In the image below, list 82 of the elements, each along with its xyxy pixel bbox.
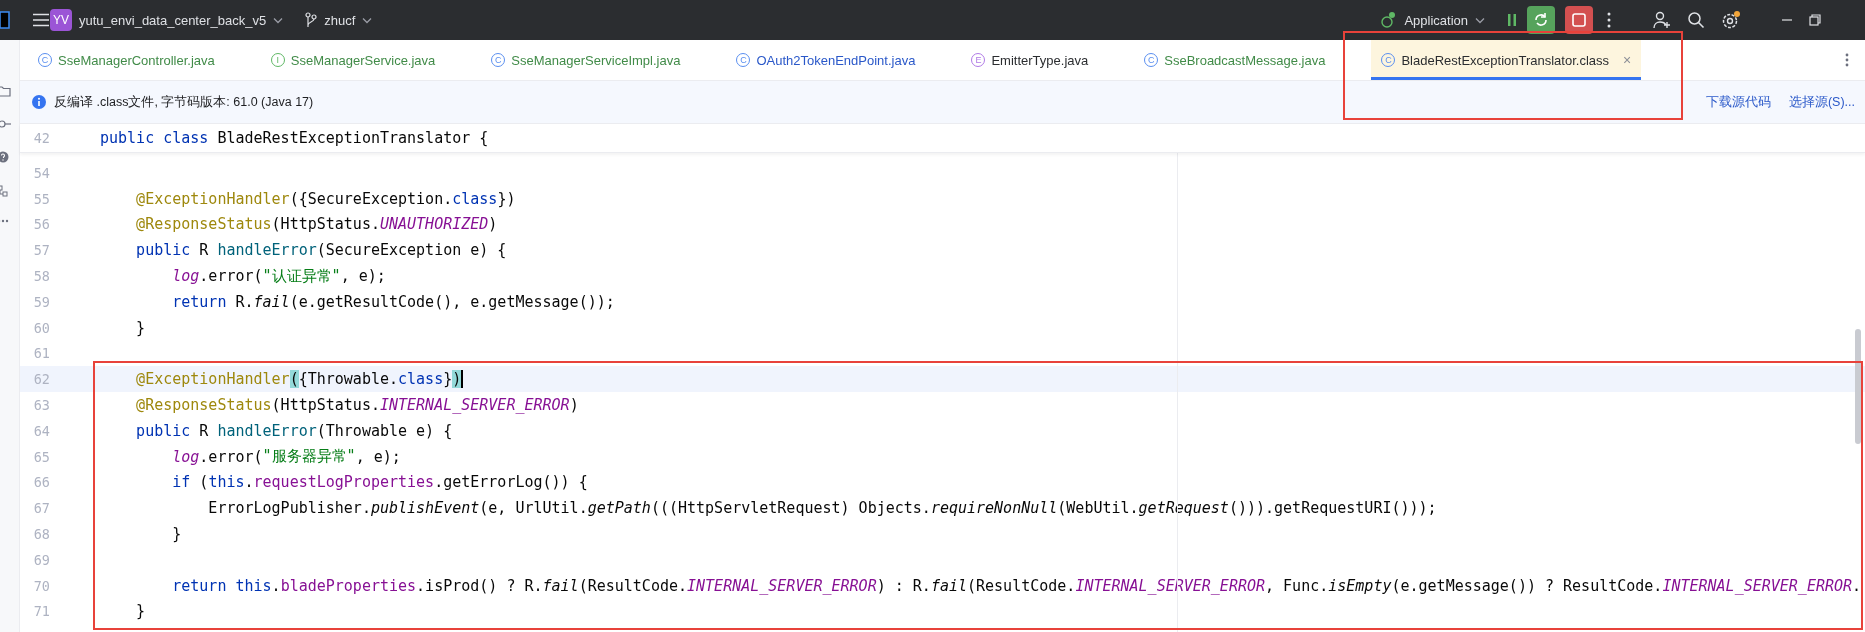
code-line: @ExceptionHandler({Throwable.class}) bbox=[135, 370, 464, 389]
line-number: 57 bbox=[32, 242, 50, 259]
code-line: ErrorLogPublisher.publishEvent(e, UrlUtil.getPath(((HttpServletRequest) Objects.requireNonNull(WebUtil.getRequest())).getRequestURI())); bbox=[207, 499, 1437, 518]
run-config-selector[interactable]: Application bbox=[1379, 11, 1485, 29]
tab-label: EmitterType.java bbox=[991, 52, 1089, 68]
text-cursor bbox=[461, 370, 464, 389]
rerun-button[interactable] bbox=[1527, 6, 1555, 34]
editor-tab[interactable]: C SseManagerServiceImpl.java bbox=[481, 40, 691, 80]
line-number: 71 bbox=[32, 603, 50, 620]
code-line: } bbox=[135, 602, 146, 621]
chevron-down-icon bbox=[362, 16, 373, 24]
editor-tab[interactable]: C BladeRestExceptionTranslator.class × bbox=[1371, 40, 1642, 80]
line-number: 65 bbox=[32, 448, 50, 465]
more-icon[interactable] bbox=[1607, 12, 1611, 28]
settings-icon[interactable] bbox=[1721, 10, 1741, 30]
app-logo-icon[interactable] bbox=[0, 11, 10, 29]
code-line: } bbox=[171, 525, 182, 544]
folder-icon[interactable] bbox=[0, 85, 11, 97]
info-link[interactable]: 下载源代码 bbox=[1705, 93, 1771, 111]
line-number: 63 bbox=[32, 397, 50, 414]
help-icon[interactable] bbox=[0, 151, 9, 163]
code-line: if (this.requestLogProperties.getErrorLog()) { bbox=[171, 473, 588, 492]
line-number: 58 bbox=[32, 268, 50, 285]
run-config-name: Application bbox=[1404, 12, 1468, 28]
line-number: 61 bbox=[32, 345, 50, 362]
search-icon[interactable] bbox=[1687, 11, 1705, 29]
code-line: @ResponseStatus(HttpStatus.UNAUTHORIZED) bbox=[135, 215, 498, 234]
line-number: 54 bbox=[32, 164, 50, 181]
project-selector[interactable]: YV yutu_envi_data_center_back_v5 bbox=[50, 9, 284, 31]
line-number: 55 bbox=[32, 190, 50, 207]
line-number: 66 bbox=[32, 474, 50, 491]
pause-icon[interactable] bbox=[1507, 13, 1517, 27]
code-line: return R.fail(e.getResultCode(), e.getMessage()); bbox=[171, 292, 615, 311]
editor-tab[interactable]: C OAuth2TokenEndPoint.java bbox=[726, 40, 926, 80]
structure-icon[interactable] bbox=[0, 185, 9, 197]
code-line: } bbox=[135, 318, 146, 337]
line-number: 68 bbox=[32, 526, 50, 543]
editor-tab[interactable]: I SseManagerService.java bbox=[260, 40, 446, 80]
editor-tab[interactable]: C SseBroadcastMessage.java bbox=[1134, 40, 1336, 80]
line-number: 70 bbox=[32, 577, 50, 594]
tab-label: SseManagerServiceImpl.java bbox=[511, 52, 681, 68]
line-number: 60 bbox=[32, 319, 50, 336]
line-number: 67 bbox=[32, 500, 50, 517]
code-line: public R handleError(Throwable e) { bbox=[135, 421, 453, 440]
stop-button[interactable] bbox=[1565, 6, 1593, 34]
branch-selector[interactable]: zhucf bbox=[305, 12, 373, 28]
project-badge: YV bbox=[50, 9, 72, 31]
add-user-icon[interactable] bbox=[1653, 11, 1671, 29]
chevron-down-icon bbox=[273, 16, 284, 24]
tab-label: OAuth2TokenEndPoint.java bbox=[756, 52, 916, 68]
line-number: 59 bbox=[32, 293, 50, 310]
scrollbar-thumb[interactable] bbox=[1855, 329, 1861, 444]
tab-label: SseBroadcastMessage.java bbox=[1164, 52, 1326, 68]
more-icon[interactable] bbox=[1845, 53, 1849, 67]
info-link[interactable]: 选择源(S)... bbox=[1788, 93, 1855, 111]
line-number: 64 bbox=[32, 422, 50, 439]
code-line: log.error("认证异常", e); bbox=[171, 266, 386, 286]
line-number: 69 bbox=[32, 551, 50, 568]
code-line: return this.bladeProperties.isProd() ? R.fail(ResultCode.INTERNAL_SERVER_ERROR) : R.fail(ResultCode.INTERNAL_SERVER_ERROR, Func.isEmpty(e.getMessage()) ? ResultCode.INTERNAL_SERVER_ERROR. bbox=[171, 576, 1862, 595]
commit-icon[interactable] bbox=[0, 119, 11, 129]
code-line: @ExceptionHandler({SecureException.class}) bbox=[135, 189, 516, 208]
line-number: 56 bbox=[32, 216, 50, 233]
code-line: public R handleError(SecureException e) { bbox=[135, 241, 507, 260]
tab-label: SseManagerController.java bbox=[58, 52, 215, 68]
line-number: 42 bbox=[32, 130, 50, 146]
tab-label: BladeRestExceptionTranslator.class bbox=[1401, 52, 1610, 68]
restore-icon[interactable] bbox=[1809, 14, 1821, 26]
project-name: yutu_envi_data_center_back_v5 bbox=[79, 12, 267, 28]
code-line: log.error("服务器异常", e); bbox=[171, 447, 401, 467]
menu-icon[interactable] bbox=[32, 13, 50, 27]
info-icon bbox=[32, 95, 46, 109]
chevron-down-icon bbox=[1475, 16, 1485, 24]
run-config-icon bbox=[1379, 11, 1398, 29]
line-number: 62 bbox=[32, 371, 50, 388]
info-message: 反编译 .class文件, 字节码版本: 61.0 (Java 17) bbox=[54, 93, 314, 111]
branch-name: zhucf bbox=[324, 12, 356, 28]
editor-tab[interactable]: C SseManagerController.java bbox=[28, 40, 225, 80]
code-line: public class BladeRestExceptionTranslator { bbox=[100, 129, 489, 147]
code-line: @ResponseStatus(HttpStatus.INTERNAL_SERVER_ERROR) bbox=[135, 396, 579, 415]
tab-label: SseManagerService.java bbox=[290, 52, 436, 68]
branch-icon bbox=[305, 12, 318, 28]
editor-tab[interactable]: E EmitterType.java bbox=[961, 40, 1099, 80]
